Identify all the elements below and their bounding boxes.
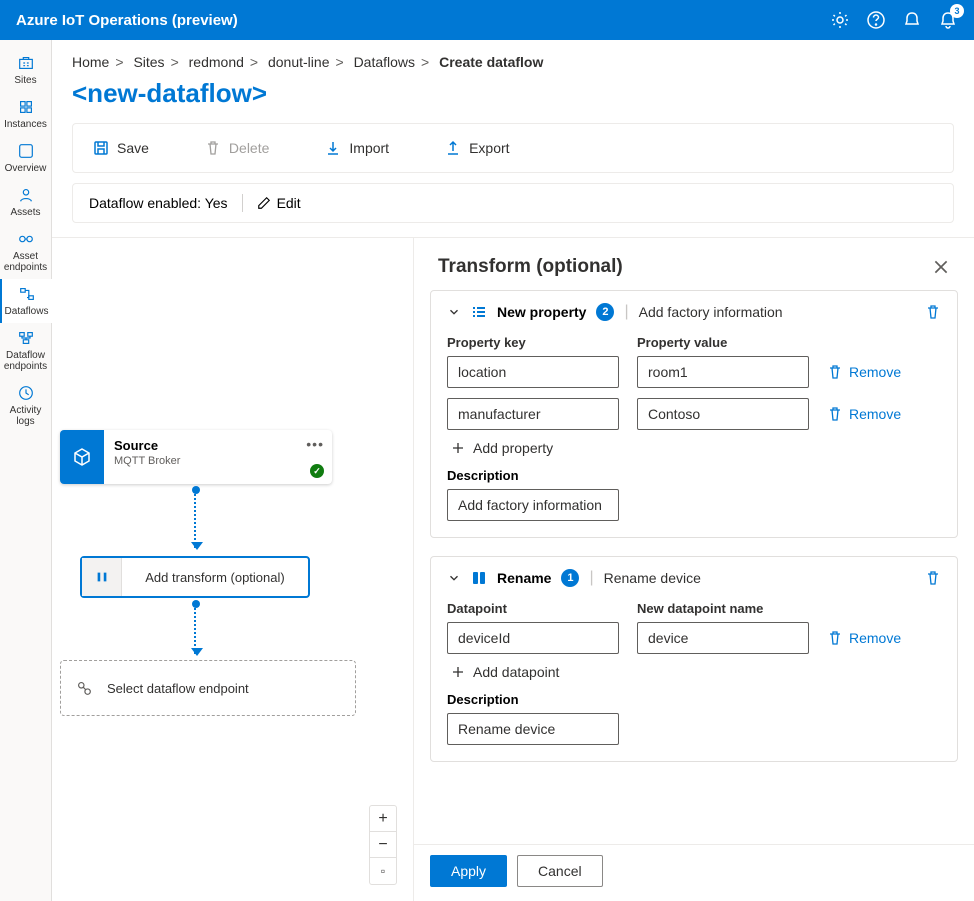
close-icon[interactable] — [932, 258, 950, 276]
source-subtitle: MQTT Broker — [114, 455, 322, 467]
export-button[interactable]: Export — [433, 134, 521, 162]
zoom-in-button[interactable]: + — [370, 806, 396, 832]
destination-label: Select dataflow endpoint — [107, 681, 249, 696]
cancel-button[interactable]: Cancel — [517, 855, 603, 887]
transform-node[interactable]: Add transform (optional) — [80, 556, 310, 598]
endpoint-icon — [75, 679, 93, 697]
status-label: Dataflow enabled: Yes — [89, 195, 228, 211]
zoom-fit-button[interactable]: ▫ — [370, 858, 396, 884]
new-datapoint-label: New datapoint name — [637, 601, 809, 616]
crumb-section[interactable]: Dataflows — [354, 54, 415, 70]
chevron-down-icon[interactable] — [447, 305, 461, 319]
property-value-input-1[interactable] — [637, 398, 809, 430]
left-navigation: Sites Instances Overview Assets Asset en… — [0, 40, 52, 901]
zoom-out-button[interactable]: − — [370, 832, 396, 858]
property-value-input-0[interactable] — [637, 356, 809, 388]
description-label: Description — [447, 468, 941, 483]
card-summary: Add factory information — [639, 304, 783, 320]
nav-sites[interactable]: Sites — [0, 48, 52, 92]
crumb-current: Create dataflow — [439, 54, 543, 70]
nav-activity-logs[interactable]: Activity logs — [0, 378, 52, 433]
source-title: Source — [114, 438, 322, 453]
whats-new-icon[interactable] — [902, 10, 922, 30]
cube-icon — [60, 430, 104, 484]
dataflow-canvas[interactable]: Source MQTT Broker ••• Add transform (op… — [52, 238, 414, 901]
apply-button[interactable]: Apply — [430, 855, 507, 887]
panel-title: Transform (optional) — [438, 256, 623, 278]
notification-badge: 3 — [950, 4, 964, 18]
nav-instances[interactable]: Instances — [0, 92, 52, 136]
transform-label: Add transform (optional) — [122, 570, 308, 585]
properties-icon — [471, 304, 487, 320]
remove-datapoint-button-0[interactable]: Remove — [827, 622, 901, 654]
description-label: Description — [447, 692, 941, 707]
page-title: <new-dataflow> — [52, 78, 974, 123]
crumb-instance[interactable]: donut-line — [268, 54, 330, 70]
card-summary: Rename device — [604, 570, 701, 586]
rename-count-badge: 1 — [561, 569, 579, 587]
toolbar: Save Delete Import Export — [72, 123, 954, 173]
add-datapoint-button[interactable]: Add datapoint — [451, 664, 941, 680]
description-input[interactable] — [447, 489, 619, 521]
transform-icon — [82, 558, 122, 596]
property-key-input-0[interactable] — [447, 356, 619, 388]
nav-assets[interactable]: Assets — [0, 180, 52, 224]
nav-asset-endpoints[interactable]: Asset endpoints — [0, 224, 52, 279]
main-content: Home> Sites> redmond> donut-line> Datafl… — [52, 40, 974, 901]
nav-dataflow-endpoints[interactable]: Dataflow endpoints — [0, 323, 52, 378]
new-property-card: New property 2 | Add factory information… — [430, 290, 958, 538]
edit-status-button[interactable]: Edit — [257, 195, 301, 211]
rename-icon — [471, 570, 487, 586]
datapoint-input-0[interactable] — [447, 622, 619, 654]
property-key-input-1[interactable] — [447, 398, 619, 430]
save-button[interactable]: Save — [81, 134, 161, 162]
breadcrumb: Home> Sites> redmond> donut-line> Datafl… — [52, 40, 974, 78]
delete-card-icon[interactable] — [925, 304, 941, 320]
description-input[interactable] — [447, 713, 619, 745]
nav-dataflows[interactable]: Dataflows — [0, 279, 52, 323]
chevron-down-icon[interactable] — [447, 571, 461, 585]
nav-overview[interactable]: Overview — [0, 136, 52, 180]
delete-card-icon[interactable] — [925, 570, 941, 586]
settings-icon[interactable] — [830, 10, 850, 30]
more-icon[interactable]: ••• — [306, 436, 324, 452]
app-title: Azure IoT Operations (preview) — [16, 12, 830, 29]
remove-property-button-1[interactable]: Remove — [827, 398, 901, 430]
property-count-badge: 2 — [596, 303, 614, 321]
crumb-site[interactable]: redmond — [189, 54, 244, 70]
source-node[interactable]: Source MQTT Broker ••• — [60, 430, 332, 484]
property-key-label: Property key — [447, 335, 619, 350]
topbar: Azure IoT Operations (preview) 3 — [0, 0, 974, 40]
import-button[interactable]: Import — [313, 134, 401, 162]
add-property-button[interactable]: Add property — [451, 440, 941, 456]
crumb-home[interactable]: Home — [72, 54, 109, 70]
property-value-label: Property value — [637, 335, 809, 350]
crumb-sites[interactable]: Sites — [133, 54, 164, 70]
card-name: Rename — [497, 570, 551, 586]
new-datapoint-input-0[interactable] — [637, 622, 809, 654]
card-name: New property — [497, 304, 586, 320]
datapoint-label: Datapoint — [447, 601, 619, 616]
notifications-icon[interactable]: 3 — [938, 10, 958, 30]
delete-button: Delete — [193, 134, 281, 162]
transform-panel: Transform (optional) New property 2 | — [414, 238, 974, 901]
check-icon — [310, 464, 324, 478]
remove-property-button-0[interactable]: Remove — [827, 356, 901, 388]
status-bar: Dataflow enabled: Yes Edit — [72, 183, 954, 223]
help-icon[interactable] — [866, 10, 886, 30]
zoom-controls: + − ▫ — [369, 805, 397, 885]
destination-node[interactable]: Select dataflow endpoint — [60, 660, 356, 716]
rename-card: Rename 1 | Rename device Datapoint — [430, 556, 958, 762]
